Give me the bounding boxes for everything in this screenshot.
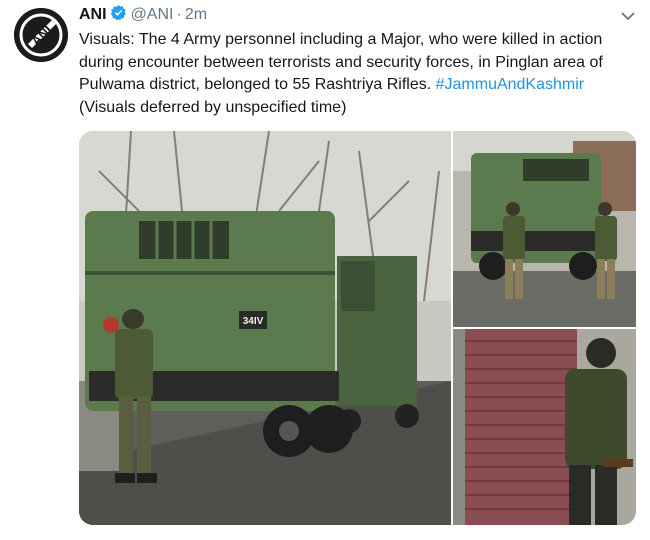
- meta-separator: ·: [176, 6, 182, 23]
- tweet-timestamp[interactable]: 2m: [185, 6, 207, 23]
- photo-truck-soldiers[interactable]: [453, 131, 636, 327]
- tweet-text: Visuals: The 4 Army personnel including …: [79, 29, 639, 119]
- vehicle-plate-text: 34IV: [243, 316, 264, 327]
- tweet-header: ANI @ANI · 2m: [79, 4, 610, 26]
- media-grid[interactable]: 34IV: [79, 131, 636, 525]
- user-handle[interactable]: @ANI: [131, 6, 174, 23]
- avatar[interactable]: ANI: [14, 8, 68, 62]
- verified-badge-icon: [110, 4, 127, 28]
- hashtag-link[interactable]: #JammuAndKashmir: [436, 76, 585, 93]
- photo-soldier-shutter[interactable]: [453, 329, 636, 525]
- chevron-down-icon[interactable]: [620, 8, 636, 24]
- tweet-card[interactable]: ANI ANI @ANI · 2m Visuals: The 4 Army perso…: [0, 0, 650, 540]
- ani-logo-icon: ANI: [14, 8, 68, 62]
- photo-army-trucks[interactable]: 34IV: [79, 131, 451, 525]
- display-name[interactable]: ANI: [79, 6, 107, 23]
- tweet-text-tail: (Visuals deferred by unspecified time): [79, 98, 347, 116]
